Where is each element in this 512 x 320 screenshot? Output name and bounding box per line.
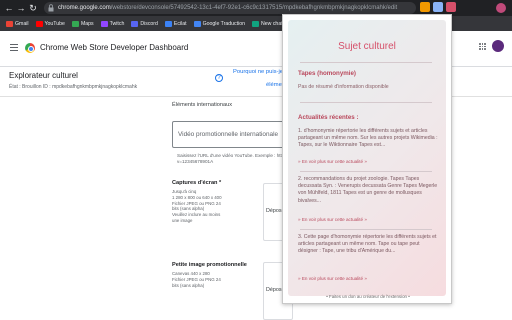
- bookmark-item[interactable]: New chat: [252, 20, 283, 27]
- profile-avatar[interactable]: [496, 3, 506, 13]
- promo-video-placeholder: Vidéo promotionnelle internationale: [178, 131, 279, 138]
- divider: [300, 62, 432, 63]
- bookmark-label: Maps: [80, 20, 94, 27]
- bookmark-label: YouTube: [44, 20, 65, 27]
- extension-icon[interactable]: [433, 2, 443, 12]
- bookmark-favicon-icon: [6, 20, 13, 27]
- news-item: 2. recommandations du projet zoologie. T…: [298, 176, 438, 204]
- bookmark-favicon-icon: [71, 20, 79, 27]
- address-bar[interactable]: chrome.google.com/webstore/devconsole/57…: [44, 2, 416, 14]
- screenshots-label: Captures d'écran *: [172, 180, 222, 186]
- bookmark-label: Gmail: [15, 20, 29, 27]
- promo-video-input[interactable]: Vidéo promotionnelle internationale: [172, 121, 292, 148]
- chrome-web-store-logo: [25, 43, 35, 53]
- divider: [300, 102, 432, 103]
- popup-title: Sujet culturel: [338, 41, 396, 52]
- bookmark-favicon-icon: [164, 20, 172, 27]
- promo-video-help: Saisissez l'URL d'une vidéo YouTube. Exe…: [177, 153, 282, 164]
- bookmark-item[interactable]: Gmail: [6, 20, 29, 27]
- small-promo-desc: Canevas 440 x 280 Fichier JPEG ou PNG 24…: [172, 271, 221, 288]
- apps-grid-icon[interactable]: [479, 43, 486, 50]
- bookmark-favicon-icon: [193, 20, 201, 27]
- account-avatar[interactable]: [492, 40, 504, 52]
- extension-icon[interactable]: [446, 2, 456, 12]
- popup-card: Sujet culturel Tapes (homonymie) Pas de …: [288, 20, 446, 296]
- back-icon[interactable]: ←: [4, 2, 14, 14]
- bookmark-item[interactable]: Discord: [131, 20, 158, 27]
- small-promo-label: Petite image promotionnelle: [172, 262, 247, 268]
- bookmark-favicon-icon: [35, 20, 43, 27]
- bookmark-label: Google Traduction: [202, 20, 246, 27]
- help-icon[interactable]: ?: [215, 74, 223, 82]
- bookmark-favicon-icon: [131, 20, 139, 27]
- news-more-link[interactable]: » En voir plus sur cette actualité »: [298, 159, 367, 164]
- bookmark-label: Discord: [140, 20, 158, 27]
- lock-icon: [48, 4, 54, 12]
- bookmark-label: Ecilat: [173, 20, 187, 27]
- extension-icon[interactable]: [420, 2, 430, 12]
- bookmark-label: Twitch: [109, 20, 125, 27]
- screenshots-desc: Jusqu'à cinq 1 280 x 800 ou 640 x 400 Fi…: [172, 189, 222, 223]
- divider: [300, 229, 432, 230]
- forward-icon[interactable]: →: [16, 2, 26, 14]
- entry-text: Pas de résumé d'information disponible: [298, 84, 389, 90]
- divider: [300, 171, 432, 172]
- url-text: chrome.google.com/webstore/devconsole/57…: [58, 5, 398, 11]
- menu-icon[interactable]: [10, 44, 18, 51]
- section-label: Éléments internationaux: [172, 102, 233, 108]
- extension-icons: [420, 2, 456, 14]
- donate-link[interactable]: • Faites un don au créateur de l'extensi…: [283, 294, 453, 299]
- extension-popup: Sujet culturel Tapes (homonymie) Pas de …: [282, 14, 452, 304]
- news-item: 1. d'homonymie répertorie les différents…: [298, 128, 438, 149]
- item-title: Explorateur culturel: [9, 71, 78, 80]
- bookmark-label: New chat: [261, 20, 283, 27]
- news-item: 3. Cette page d'homonymie répertorie les…: [298, 234, 437, 255]
- bookmark-item[interactable]: Maps: [71, 20, 94, 27]
- bookmark-favicon-icon: [252, 20, 260, 27]
- bookmark-item[interactable]: Google Traduction: [193, 20, 246, 27]
- bookmark-item[interactable]: Twitch: [100, 20, 125, 27]
- entry-title: Tapes (homonymie): [298, 70, 356, 77]
- item-meta: État : Brouillon ID : mpdkebafhgnkmbpmkj…: [9, 84, 138, 90]
- news-more-link[interactable]: » En voir plus sur cette actualité »: [298, 276, 367, 281]
- why-cannot-submit-link[interactable]: Pourquoi ne puis-je: [233, 69, 283, 75]
- news-more-link[interactable]: » En voir plus sur cette actualité »: [298, 217, 367, 222]
- news-title: Actualités récentes :: [298, 114, 359, 121]
- bookmark-item[interactable]: YouTube: [35, 20, 65, 27]
- bookmark-favicon-icon: [100, 20, 108, 27]
- dashboard-title: Chrome Web Store Developer Dashboard: [40, 43, 189, 52]
- bookmark-item[interactable]: Ecilat: [164, 20, 187, 27]
- reload-icon[interactable]: ↻: [28, 2, 38, 14]
